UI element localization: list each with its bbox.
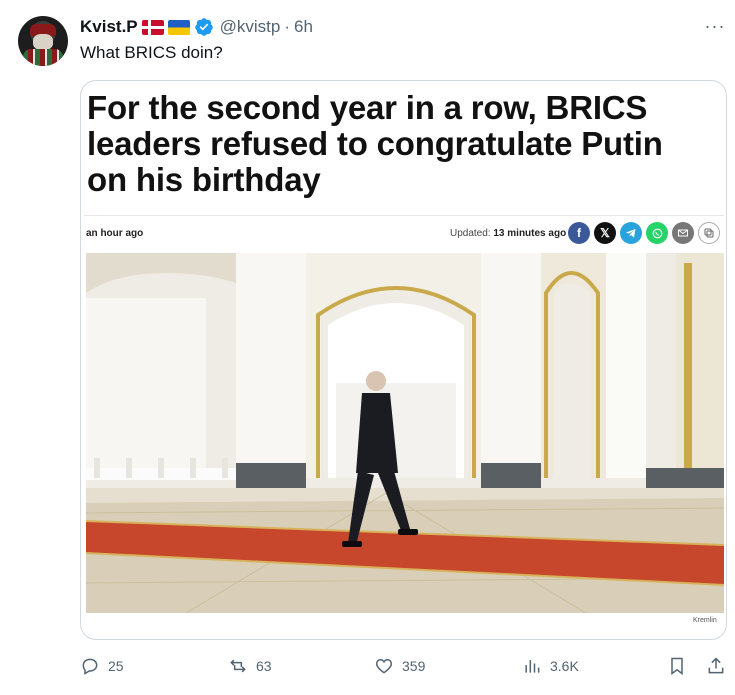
avatar-body <box>23 49 63 66</box>
posted-time: an hour ago <box>86 228 144 239</box>
tweet-header: Kvist.P @kvistp · 6h <box>80 17 313 37</box>
article-meta-bar: an hour ago Updated: 13 minutes ago f 𝕏 <box>84 215 724 251</box>
facebook-icon: f <box>568 222 590 244</box>
views-count: 3.6K <box>550 658 579 674</box>
mail-icon <box>672 222 694 244</box>
hall-illustration <box>86 253 724 613</box>
article-photo <box>86 253 724 613</box>
repost-button[interactable]: 63 <box>228 656 272 676</box>
updated-value: 13 minutes ago <box>493 228 567 239</box>
reply-icon <box>82 658 98 675</box>
views-button[interactable]: 3.6K <box>522 656 579 676</box>
copy-icon <box>698 222 720 244</box>
reply-button[interactable]: 25 <box>80 656 124 676</box>
repost-icon <box>230 659 246 673</box>
updated-label: Updated: <box>450 228 491 239</box>
denmark-flag-icon <box>141 19 164 35</box>
share-icons: f 𝕏 <box>568 222 720 244</box>
avatar-face <box>33 34 53 50</box>
x-icon: 𝕏 <box>594 222 616 244</box>
ukraine-flag-icon <box>167 19 190 35</box>
share-icon <box>708 657 724 674</box>
separator-dot: · <box>284 17 291 36</box>
whatsapp-icon <box>646 222 668 244</box>
avatar[interactable] <box>18 16 68 66</box>
reply-count: 25 <box>108 658 124 674</box>
article-headline: For the second year in a row, BRICS lead… <box>87 89 663 198</box>
tweet-time[interactable]: 6h <box>294 17 313 37</box>
views-chart-icon <box>525 660 540 673</box>
share-button[interactable] <box>706 656 726 676</box>
like-button[interactable]: 359 <box>374 656 425 676</box>
heart-icon <box>375 658 393 674</box>
repost-count: 63 <box>256 658 272 674</box>
telegram-icon <box>620 222 642 244</box>
author-name[interactable]: Kvist.P <box>80 17 138 37</box>
more-options-icon[interactable]: ··· <box>702 14 728 38</box>
bookmark-button[interactable] <box>667 656 687 676</box>
photo-credit: Kremlin <box>693 617 717 624</box>
like-count: 359 <box>402 658 426 674</box>
tweet-text: What BRICS doin? <box>80 43 223 62</box>
updated-time: Updated: 13 minutes ago <box>450 228 566 239</box>
bookmark-icon <box>671 657 683 675</box>
author-handle[interactable]: @kvistp <box>220 17 281 37</box>
media-card[interactable]: For the second year in a row, BRICS lead… <box>80 80 727 640</box>
tweet-actions: 25 63 359 3.6K <box>0 650 735 686</box>
verified-badge-icon[interactable] <box>194 17 214 37</box>
